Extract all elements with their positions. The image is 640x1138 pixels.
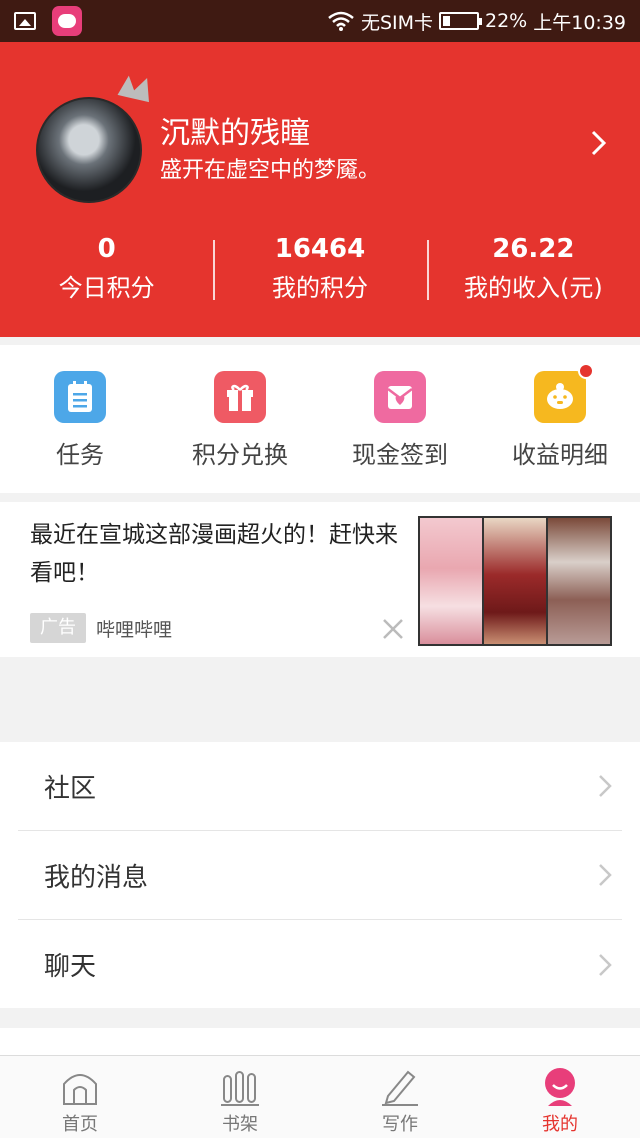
chevron-right-icon: [599, 953, 612, 976]
next-section-edge: [0, 1028, 640, 1058]
profile-header[interactable]: 沉默的残瞳 盛开在虚空中的梦魇。 0 今日积分 16464 我的积分 26.22…: [0, 42, 640, 337]
user-name: 沉默的残瞳: [160, 116, 310, 151]
stat-label: 我的收入(元): [463, 274, 603, 302]
wifi-icon: [327, 11, 355, 31]
avatar[interactable]: [36, 75, 149, 205]
ad-card[interactable]: 最近在宣城这部漫画超火的！赶快来看吧！ 广告 哔哩哔哩: [0, 502, 640, 657]
stat-my-points[interactable]: 16464 我的积分: [213, 230, 426, 310]
task-list-icon: [54, 371, 106, 423]
battery-percent: 22%: [485, 10, 528, 32]
user-motto: 盛开在虚空中的梦魇。: [160, 158, 381, 183]
action-label: 积分兑换: [192, 441, 288, 469]
action-points-exchange[interactable]: 积分兑换: [160, 345, 320, 493]
action-label: 收益明细: [512, 441, 608, 469]
chevron-right-icon: [599, 775, 612, 797]
stat-label: 今日积分: [58, 274, 155, 302]
stat-value: 26.22: [492, 234, 575, 264]
ad-comic-image: [418, 516, 612, 646]
menu-label: 社区: [44, 773, 97, 804]
tab-label: 我的: [542, 1114, 578, 1135]
ad-text: 最近在宣城这部漫画超火的！赶快来看吧！: [30, 522, 398, 586]
profile-icon: [545, 1068, 575, 1106]
pencil-icon: [382, 1070, 418, 1106]
tab-home[interactable]: 首页: [0, 1056, 160, 1138]
action-label: 任务: [56, 441, 104, 469]
menu-label: 聊天: [44, 952, 97, 982]
clock: 上午10:39: [533, 11, 626, 34]
action-income-details[interactable]: 收益明细: [480, 345, 640, 493]
bookshelf-icon: [221, 1071, 259, 1106]
voice-app-notification-icon: [52, 6, 82, 36]
bottom-nav: 首页 书架 写作 我的: [0, 1055, 640, 1138]
action-cash-checkin[interactable]: 现金签到: [320, 345, 480, 493]
stat-today-points[interactable]: 0 今日积分: [0, 230, 213, 310]
stat-my-income[interactable]: 26.22 我的收入(元): [426, 230, 640, 310]
menu-list: 社区 我的消息 聊天: [0, 742, 640, 1008]
stats-row: 0 今日积分 16464 我的积分 26.22 我的收入(元): [0, 230, 640, 310]
chevron-right-icon[interactable]: [588, 128, 610, 158]
action-label: 现金签到: [352, 441, 448, 469]
piggy-bank-icon: [534, 363, 594, 423]
gallery-notification-icon: [14, 12, 36, 30]
ad-tag: 广告: [30, 613, 86, 643]
tab-label: 书架: [222, 1114, 258, 1135]
stat-label: 我的积分: [271, 274, 368, 302]
menu-item-messages[interactable]: 我的消息: [18, 831, 622, 920]
tab-mine[interactable]: 我的: [480, 1056, 640, 1138]
chevron-right-icon: [599, 864, 612, 886]
tab-label: 写作: [382, 1114, 418, 1135]
menu-label: 我的消息: [44, 862, 149, 893]
stat-value: 0: [97, 234, 116, 264]
status-bar: 无SIM卡 22% 上午10:39: [0, 0, 640, 42]
avatar-image: [36, 97, 142, 203]
app-screen: 无SIM卡 22% 上午10:39 沉默的残瞳 盛开在虚空中的梦魇。 0 今日积…: [0, 0, 640, 1138]
menu-item-community[interactable]: 社区: [18, 742, 622, 831]
gift-icon: [214, 371, 266, 423]
menu-item-chat[interactable]: 聊天: [18, 920, 622, 1009]
battery-icon: [439, 12, 482, 30]
crown-icon: [117, 75, 149, 103]
notification-dot: [578, 363, 594, 379]
tab-label: 首页: [62, 1114, 98, 1135]
carrier-text: 无SIM卡: [360, 11, 433, 34]
tab-writing[interactable]: 写作: [320, 1056, 480, 1138]
envelope-heart-icon: [374, 371, 426, 423]
quick-actions: 任务 积分兑换 现金签到 收益明细: [0, 345, 640, 493]
ad-source: 哔哩哔哩: [96, 619, 173, 641]
stat-value: 16464: [274, 234, 366, 264]
close-icon[interactable]: [380, 616, 406, 642]
action-task[interactable]: 任务: [0, 345, 160, 493]
home-icon: [63, 1074, 97, 1105]
tab-bookshelf[interactable]: 书架: [160, 1056, 320, 1138]
